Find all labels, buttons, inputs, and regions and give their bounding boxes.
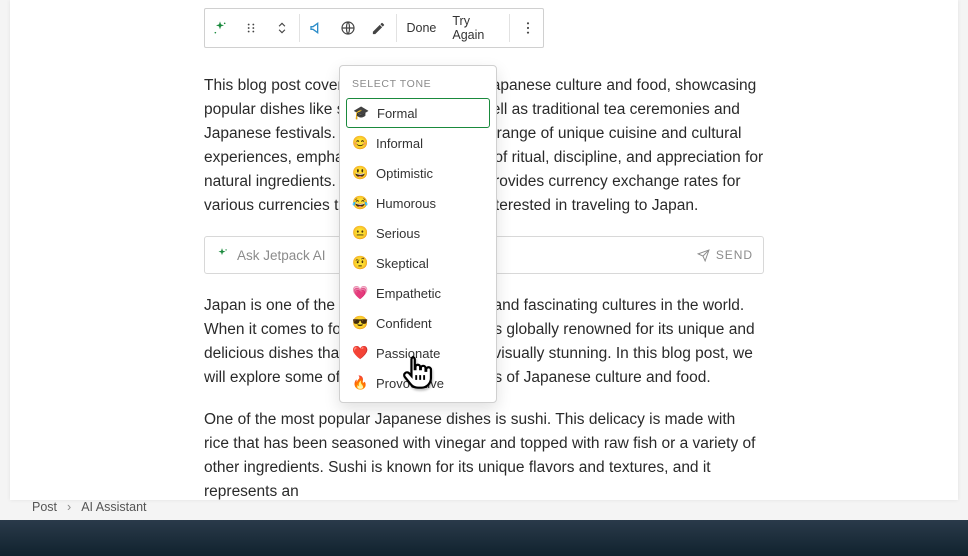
tone-dropdown-header: SELECT TONE <box>340 72 496 98</box>
tone-emoji-icon: 🎓 <box>353 105 369 121</box>
tone-option-label: Empathetic <box>376 286 441 301</box>
announce-icon[interactable] <box>302 11 333 45</box>
dock-strip <box>0 520 968 556</box>
tone-emoji-icon: 🔥 <box>352 375 368 391</box>
tone-option-skeptical[interactable]: 🤨 Skeptical <box>340 248 496 278</box>
tone-emoji-icon: 😊 <box>352 135 368 151</box>
tone-emoji-icon: 💗 <box>352 285 368 301</box>
tone-option-label: Formal <box>377 106 417 121</box>
ai-sparkle-icon[interactable] <box>205 11 236 45</box>
tone-option-confident[interactable]: 😎 Confident <box>340 308 496 338</box>
cursor-hand-icon <box>398 352 436 397</box>
tone-option-label: Skeptical <box>376 256 429 271</box>
more-options-icon[interactable] <box>512 11 543 45</box>
breadcrumb-root[interactable]: Post <box>32 500 57 514</box>
chevron-right-icon: › <box>67 500 71 514</box>
block-toolbar: Done Try Again <box>204 8 544 48</box>
tone-option-label: Informal <box>376 136 423 151</box>
send-label: SEND <box>716 248 753 262</box>
tone-emoji-icon: 😂 <box>352 195 368 211</box>
tone-emoji-icon: 😎 <box>352 315 368 331</box>
tone-emoji-icon: 😃 <box>352 165 368 181</box>
try-again-button[interactable]: Try Again <box>444 9 507 47</box>
tone-option-optimistic[interactable]: 😃 Optimistic <box>340 158 496 188</box>
toolbar-separator <box>396 14 397 42</box>
breadcrumb: Post › AI Assistant <box>32 500 147 514</box>
send-icon <box>697 249 710 262</box>
ai-sparkle-icon <box>215 247 229 264</box>
editor-page: Done Try Again This blog post covers var… <box>10 0 958 500</box>
edit-pencil-icon[interactable] <box>363 11 394 45</box>
toolbar-separator <box>299 14 300 42</box>
globe-icon[interactable] <box>332 11 363 45</box>
tone-option-humorous[interactable]: 😂 Humorous <box>340 188 496 218</box>
breadcrumb-current: AI Assistant <box>81 500 146 514</box>
tone-emoji-icon: 🤨 <box>352 255 368 271</box>
send-button[interactable]: SEND <box>697 248 753 262</box>
tone-option-label: Humorous <box>376 196 436 211</box>
move-updown-icon[interactable] <box>266 11 297 45</box>
tone-option-informal[interactable]: 😊 Informal <box>340 128 496 158</box>
tone-option-empathetic[interactable]: 💗 Empathetic <box>340 278 496 308</box>
tone-option-serious[interactable]: 😐 Serious <box>340 218 496 248</box>
done-button[interactable]: Done <box>398 9 444 47</box>
tone-option-formal[interactable]: 🎓 Formal <box>346 98 490 128</box>
tone-emoji-icon: 😐 <box>352 225 368 241</box>
tone-emoji-icon: ❤️ <box>352 345 368 361</box>
body-paragraph: One of the most popular Japanese dishes … <box>204 408 764 504</box>
tone-option-label: Confident <box>376 316 432 331</box>
tone-option-label: Serious <box>376 226 420 241</box>
drag-handle-icon[interactable] <box>236 11 267 45</box>
tone-option-label: Optimistic <box>376 166 433 181</box>
toolbar-separator <box>509 14 510 42</box>
